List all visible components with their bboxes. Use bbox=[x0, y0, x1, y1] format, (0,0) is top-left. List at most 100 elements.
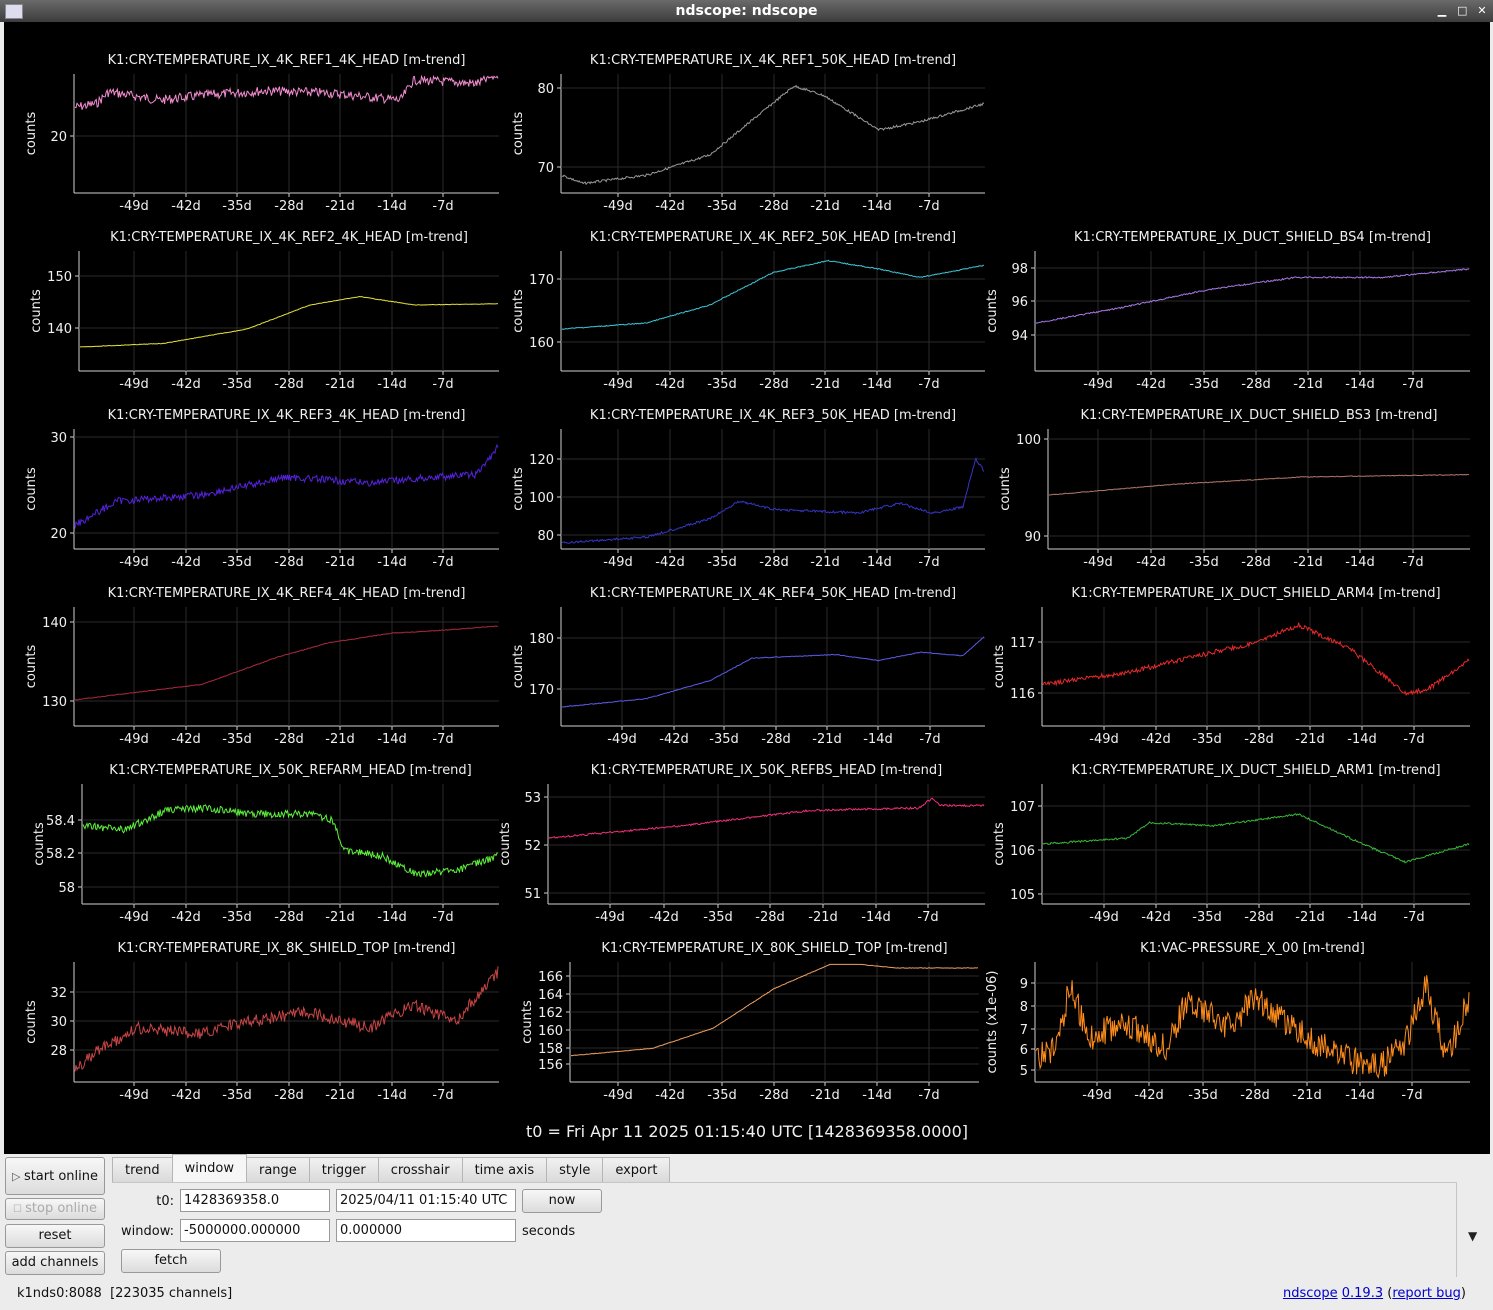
plot-title: K1:CRY-TEMPERATURE_IX_4K_REF3_50K_HEAD [… bbox=[590, 408, 956, 423]
y-tick-label: 100 bbox=[1016, 433, 1041, 448]
x-tick-label: -35d bbox=[222, 732, 252, 747]
x-tick-label: -42d bbox=[1136, 377, 1166, 392]
ndscope-link[interactable]: ndscope bbox=[1283, 1286, 1338, 1301]
status-bar: k1nds0:8088 [223035 channels] bbox=[17, 1286, 232, 1301]
x-tick-label: -28d bbox=[1244, 910, 1274, 925]
x-tick-label: -35d bbox=[707, 1088, 737, 1103]
x-tick-label: -49d bbox=[603, 1088, 633, 1103]
x-tick-label: -14d bbox=[1345, 555, 1375, 570]
start-online-button[interactable]: ▷ start online bbox=[5, 1157, 105, 1195]
x-tick-label: -42d bbox=[655, 199, 685, 214]
y-tick-label: 105 bbox=[1010, 888, 1035, 903]
channel-count: [223035 channels] bbox=[110, 1286, 233, 1301]
window-title: ndscope: ndscope bbox=[675, 3, 818, 19]
y-tick-label: 80 bbox=[537, 529, 554, 544]
now-button[interactable]: now bbox=[522, 1189, 602, 1213]
tab-export[interactable]: export bbox=[602, 1157, 671, 1182]
plot-area[interactable]: K1:CRY-TEMPERATURE_IX_4K_REF1_4K_HEAD [m… bbox=[4, 22, 1490, 1154]
y-tick-label: 180 bbox=[529, 632, 554, 647]
y-tick-label: 32 bbox=[50, 986, 67, 1001]
x-tick-label: -28d bbox=[274, 555, 304, 570]
minimize-icon[interactable]: ▁ bbox=[1437, 0, 1447, 22]
stop-icon: ☐ bbox=[12, 1204, 26, 1215]
window-start-input[interactable]: -5000000.000000 bbox=[180, 1219, 330, 1242]
x-tick-label: -49d bbox=[119, 910, 149, 925]
x-tick-label: -28d bbox=[274, 1088, 304, 1103]
stop-online-button[interactable]: ☐ stop online bbox=[5, 1198, 105, 1220]
x-tick-label: -7d bbox=[919, 732, 940, 747]
x-tick-label: -49d bbox=[119, 555, 149, 570]
maximize-icon[interactable]: □ bbox=[1457, 0, 1467, 22]
tab-time-axis[interactable]: time axis bbox=[461, 1157, 548, 1182]
y-axis-label: counts bbox=[498, 822, 513, 866]
x-tick-label: -49d bbox=[1089, 910, 1119, 925]
y-tick-label: 94 bbox=[1011, 329, 1028, 344]
x-tick-label: -42d bbox=[655, 377, 685, 392]
x-tick-label: -35d bbox=[707, 199, 737, 214]
x-tick-label: -21d bbox=[325, 910, 355, 925]
y-tick-label: 140 bbox=[42, 616, 67, 631]
y-axis-label: counts (x1e-06) bbox=[985, 971, 1000, 1074]
plot-title: K1:CRY-TEMPERATURE_IX_DUCT_SHIELD_ARM1 [… bbox=[1071, 763, 1440, 778]
window-end-input[interactable]: 0.000000 bbox=[336, 1219, 516, 1242]
t0-utc-input[interactable]: 2025/04/11 01:15:40 UTC bbox=[336, 1189, 516, 1212]
tab-crosshair[interactable]: crosshair bbox=[377, 1157, 463, 1182]
y-tick-label: 116 bbox=[1010, 687, 1035, 702]
x-tick-label: -35d bbox=[1188, 1088, 1218, 1103]
x-tick-label: -28d bbox=[274, 377, 304, 392]
x-tick-label: -42d bbox=[171, 199, 201, 214]
tab-trend[interactable]: trend bbox=[112, 1157, 173, 1182]
x-tick-label: -35d bbox=[222, 377, 252, 392]
x-tick-label: -7d bbox=[1402, 377, 1423, 392]
y-axis-label: counts bbox=[992, 822, 1007, 866]
x-tick-label: -35d bbox=[222, 555, 252, 570]
x-tick-label: -42d bbox=[171, 555, 201, 570]
add-channels-button[interactable]: add channels bbox=[5, 1251, 105, 1275]
start-online-label: start online bbox=[23, 1169, 99, 1184]
x-tick-label: -21d bbox=[812, 732, 842, 747]
y-tick-label: 140 bbox=[47, 322, 72, 337]
x-tick-label: -14d bbox=[863, 732, 893, 747]
x-tick-label: -28d bbox=[274, 732, 304, 747]
tab-trigger[interactable]: trigger bbox=[308, 1157, 379, 1182]
x-tick-label: -35d bbox=[222, 199, 252, 214]
tab-range[interactable]: range bbox=[245, 1157, 310, 1182]
x-tick-label: -42d bbox=[171, 377, 201, 392]
x-tick-label: -35d bbox=[1192, 910, 1222, 925]
version-link[interactable]: 0.19.3 bbox=[1342, 1286, 1383, 1301]
x-tick-label: -49d bbox=[119, 199, 149, 214]
x-tick-label: -7d bbox=[432, 732, 453, 747]
close-icon[interactable]: ✕ bbox=[1477, 0, 1487, 22]
x-tick-label: -49d bbox=[119, 732, 149, 747]
y-axis-label: counts bbox=[511, 645, 526, 689]
window-menu-icon[interactable] bbox=[5, 4, 23, 19]
x-tick-label: -21d bbox=[810, 377, 840, 392]
x-tick-label: -7d bbox=[432, 377, 453, 392]
y-tick-label: 30 bbox=[50, 431, 67, 446]
y-axis-label: counts bbox=[32, 822, 47, 866]
x-tick-label: -28d bbox=[274, 910, 304, 925]
report-bug-link[interactable]: report bug bbox=[1392, 1286, 1461, 1301]
x-tick-label: -14d bbox=[377, 732, 407, 747]
y-tick-label: 28 bbox=[50, 1044, 67, 1059]
plot-title: K1:CRY-TEMPERATURE_IX_4K_REF3_4K_HEAD [m… bbox=[108, 408, 466, 423]
t0-gps-input[interactable]: 1428369358.0 bbox=[180, 1189, 330, 1212]
y-axis-label: counts bbox=[511, 467, 526, 511]
x-tick-label: -49d bbox=[607, 732, 637, 747]
x-tick-label: -35d bbox=[1189, 555, 1219, 570]
expand-arrow-icon[interactable]: ▼ bbox=[1468, 1229, 1477, 1243]
y-tick-label: 158 bbox=[538, 1042, 563, 1057]
x-tick-label: -21d bbox=[325, 199, 355, 214]
plot-title: K1:CRY-TEMPERATURE_IX_4K_REF1_50K_HEAD [… bbox=[590, 53, 956, 68]
plot-title: K1:CRY-TEMPERATURE_IX_50K_REFARM_HEAD [m… bbox=[109, 763, 472, 778]
plot-title: K1:CRY-TEMPERATURE_IX_4K_REF1_4K_HEAD [m… bbox=[108, 53, 466, 68]
reset-button[interactable]: reset bbox=[5, 1224, 105, 1248]
fetch-button[interactable]: fetch bbox=[121, 1249, 221, 1273]
plot-title: K1:CRY-TEMPERATURE_IX_DUCT_SHIELD_BS3 [m… bbox=[1081, 408, 1438, 423]
x-tick-label: -42d bbox=[655, 555, 685, 570]
window-titlebar: ndscope: ndscope ▁ □ ✕ bbox=[0, 0, 1493, 22]
y-tick-label: 7 bbox=[1020, 1023, 1028, 1038]
tab-window[interactable]: window bbox=[171, 1154, 247, 1182]
x-tick-label: -21d bbox=[1295, 910, 1325, 925]
tab-style[interactable]: style bbox=[546, 1157, 604, 1182]
